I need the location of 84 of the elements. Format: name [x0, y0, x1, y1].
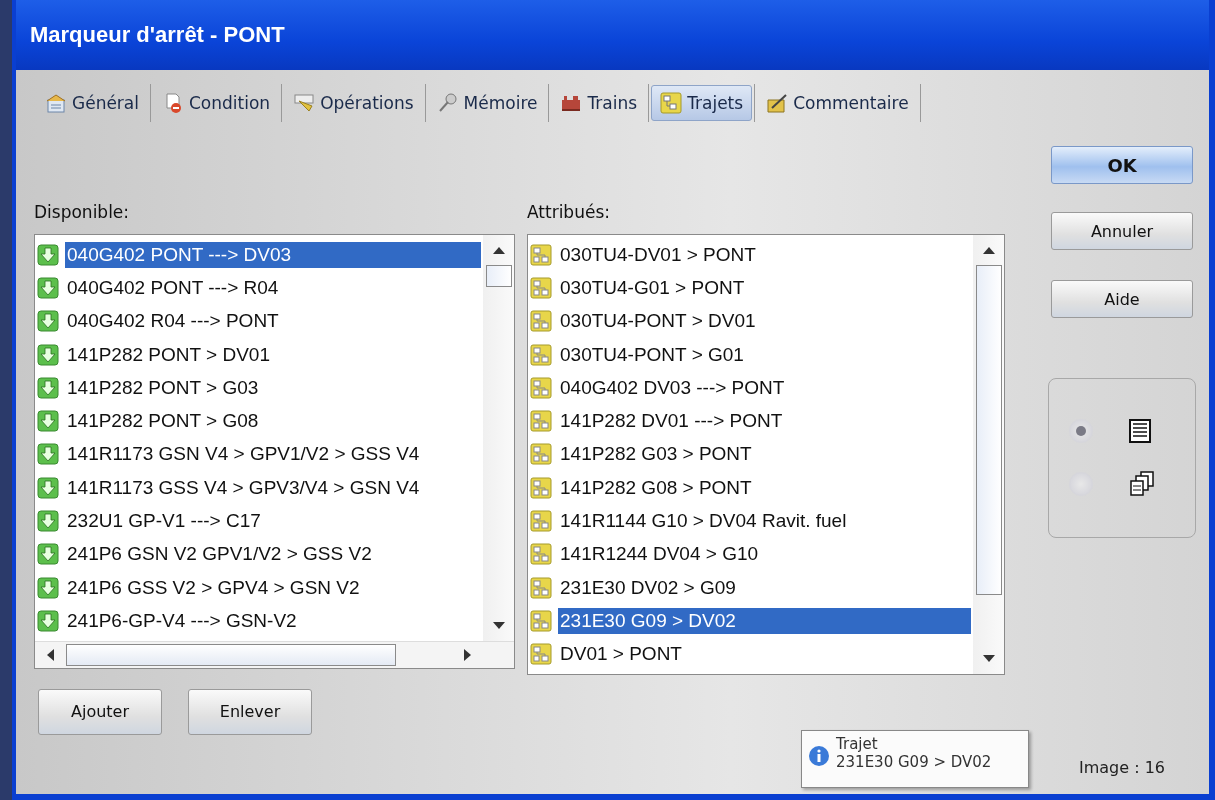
- list-item[interactable]: 241P6 GSN V2 GPV1/V2 > GSS V2: [37, 537, 481, 571]
- list-item[interactable]: 141P282 PONT > DV01: [37, 337, 481, 372]
- route-diagram-icon: [530, 609, 552, 632]
- tab[interactable]: Condition: [153, 85, 280, 121]
- list-item[interactable]: DV01 > PONT: [530, 637, 971, 671]
- routes-icon: [660, 92, 683, 114]
- list-item[interactable]: 030TU4-G01 > PONT: [530, 271, 971, 305]
- list-item[interactable]: 141R1173 GSS V4 > GPV3/V4 > GSN V4: [37, 471, 481, 505]
- arrow-down-icon: [37, 310, 59, 333]
- arrow-down-icon: [37, 376, 59, 399]
- list-item[interactable]: 141R1173 GSN V4 > GPV1/V2 > GSS V4: [37, 437, 481, 472]
- scroll-up-icon[interactable]: [492, 246, 505, 254]
- dialog-button[interactable]: Aide: [1051, 280, 1193, 318]
- list-item[interactable]: 141P282 PONT > G03: [37, 371, 481, 405]
- list-label: Attribués:: [527, 202, 611, 224]
- list-item[interactable]: 141P282 PONT > G08: [37, 404, 481, 438]
- arrow-down-icon: [37, 576, 59, 599]
- list-box[interactable]: [527, 234, 1005, 675]
- list-item[interactable]: 030TU4-PONT > G01: [530, 337, 971, 372]
- arrow-down-icon: [37, 443, 59, 466]
- list-item[interactable]: 030TU4-DV01 > PONT: [530, 238, 971, 272]
- list-item[interactable]: 040G402 R04 ---> PONT: [37, 304, 481, 338]
- list-label: Disponible:: [34, 202, 131, 224]
- scroll-left-icon[interactable]: [47, 648, 54, 661]
- tab[interactable]: Trains: [551, 85, 647, 121]
- route-diagram-icon: [530, 376, 552, 399]
- list-item[interactable]: 040G402 DV03 ---> PONT: [530, 371, 971, 405]
- vertical-scrollbar[interactable]: [483, 235, 514, 641]
- stacked-pages-icon: [1129, 471, 1155, 497]
- list-item[interactable]: 141R1144 G10 > DV04 Ravit. fuel: [530, 504, 971, 538]
- list-item[interactable]: 141R1244 DV04 > G10: [530, 537, 971, 571]
- arrow-down-icon: [37, 609, 59, 632]
- info-icon: [808, 745, 830, 767]
- list-item[interactable]: 231E30 DV02 > G09: [530, 570, 971, 605]
- list-item[interactable]: 241P6 GSS V2 > GPV4 > GSN V2: [37, 570, 481, 605]
- scroll-thumb[interactable]: [485, 265, 512, 287]
- arrow-down-icon: [37, 510, 59, 532]
- list-action-button[interactable]: Enlever: [188, 688, 312, 735]
- route-diagram-icon: [530, 310, 552, 333]
- route-diagram-icon: [530, 476, 552, 499]
- list-item[interactable]: 241P6-GP-V4 ---> GSN-V2: [37, 604, 481, 638]
- list-item[interactable]: 030TU4-PONT > DV01: [530, 304, 971, 338]
- tab[interactable]: Général: [36, 85, 148, 121]
- tab[interactable]: Mémoire: [427, 85, 547, 121]
- list-item[interactable]: 040G402 PONT ---> R04: [37, 271, 481, 305]
- route-diagram-icon: [530, 243, 552, 266]
- tab[interactable]: Trajets: [651, 85, 753, 121]
- tooltip-text: 231E30 G09 > DV02: [836, 753, 992, 771]
- tab[interactable]: Commentaire: [757, 85, 918, 121]
- list-item[interactable]: 141P282 G08 > PONT: [530, 471, 971, 505]
- route-diagram-icon: [530, 543, 552, 566]
- scroll-up-icon[interactable]: [982, 246, 995, 254]
- arrow-down-icon: [37, 243, 59, 266]
- scroll-right-icon[interactable]: [464, 648, 471, 661]
- list-item[interactable]: 141P282 DV01 ---> PONT: [530, 404, 971, 438]
- list-box[interactable]: [34, 234, 515, 669]
- list-view-icon: [1129, 419, 1151, 443]
- route-diagram-icon: [530, 643, 552, 666]
- window-title: Marqueur d'arrêt - PONT: [30, 22, 285, 48]
- list-item[interactable]: 232U1 GP-V1 ---> C17: [37, 504, 481, 538]
- scroll-thumb[interactable]: [975, 265, 1002, 595]
- scroll-down-icon[interactable]: [982, 655, 995, 663]
- tab[interactable]: Opérations: [284, 85, 423, 121]
- scroll-thumb[interactable]: [66, 643, 396, 666]
- image-count: Image : 16: [1079, 758, 1165, 777]
- scroll-down-icon[interactable]: [492, 622, 505, 630]
- route-diagram-icon: [530, 276, 552, 299]
- dialog-button[interactable]: Annuler: [1051, 212, 1193, 250]
- arrow-down-icon: [37, 343, 59, 366]
- list-item[interactable]: 141P282 G03 > PONT: [530, 437, 971, 472]
- route-diagram-icon: [530, 576, 552, 599]
- arrow-down-icon: [37, 476, 59, 499]
- vertical-scrollbar[interactable]: [973, 235, 1004, 674]
- tooltip-title: Trajet: [836, 735, 879, 753]
- route-diagram-icon: [530, 510, 552, 532]
- horizontal-scrollbar[interactable]: [35, 640, 514, 668]
- arrow-down-icon: [37, 543, 59, 566]
- route-diagram-icon: [530, 410, 552, 433]
- arrow-down-icon: [37, 276, 59, 299]
- list-action-button[interactable]: Ajouter: [38, 688, 162, 735]
- route-diagram-icon: [530, 443, 552, 466]
- route-diagram-icon: [530, 343, 552, 366]
- dialog-button[interactable]: OK: [1051, 146, 1193, 184]
- arrow-down-icon: [37, 410, 59, 433]
